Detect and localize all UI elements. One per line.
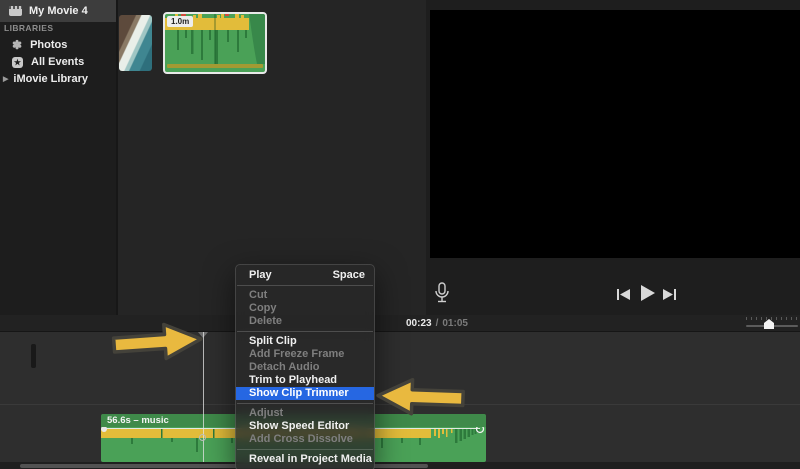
menu-item-adjust[interactable]: Adjust xyxy=(236,407,374,420)
skip-back-icon[interactable] xyxy=(617,289,630,300)
photo-thumbnail[interactable] xyxy=(119,15,152,71)
menu-separator xyxy=(237,285,373,286)
libraries-header: LIBRARIES xyxy=(4,23,54,33)
imovie-window: My Movie 4 LIBRARIES ✽ Photos ★ All Even… xyxy=(0,0,800,469)
sidebar-item-label: Photos xyxy=(30,39,68,51)
time-display: 00:23 / 01:05 xyxy=(406,318,468,329)
menu-item-detach-audio[interactable]: Detach Audio xyxy=(236,361,374,374)
play-icon[interactable] xyxy=(640,285,656,301)
annotation-arrow-left-icon xyxy=(376,377,465,416)
menu-item-delete[interactable]: Delete xyxy=(236,315,374,328)
photos-pinwheel-icon: ✽ xyxy=(12,38,23,52)
clip-duration-badge: 1.0m xyxy=(167,16,194,27)
menu-separator xyxy=(237,403,373,404)
menu-item-add-cross-dissolve[interactable]: Add Cross Dissolve xyxy=(236,433,374,446)
all-events-star-icon: ★ xyxy=(12,56,23,68)
menu-item-copy[interactable]: Copy xyxy=(236,302,374,315)
menu-separator xyxy=(237,449,373,450)
zoom-slider-ticks xyxy=(746,317,798,320)
sidebar-item-my-movie[interactable]: My Movie 4 xyxy=(0,0,116,22)
project-name: My Movie 4 xyxy=(29,5,88,17)
sidebar-item-label: iMovie Library xyxy=(13,73,88,85)
sidebar-item-all-events[interactable]: ★ All Events xyxy=(12,56,84,68)
total-time: 01:05 xyxy=(442,318,468,329)
context-menu: Play Space Cut Copy Delete Split Clip Ad… xyxy=(235,264,375,469)
time-separator: / xyxy=(435,318,439,329)
menu-item-trim-to-playhead[interactable]: Trim to Playhead xyxy=(236,374,374,387)
timeline-zoom-slider[interactable] xyxy=(746,317,798,330)
clapperboard-icon xyxy=(9,6,22,16)
menu-item-play[interactable]: Play Space xyxy=(236,269,374,282)
insertion-cursor xyxy=(31,344,36,368)
menu-item-show-speed-editor[interactable]: Show Speed Editor xyxy=(236,420,374,433)
timeline-bottom-strip xyxy=(0,462,800,469)
microphone-icon[interactable] xyxy=(433,282,451,304)
menu-item-reveal-in-project-media[interactable]: Reveal in Project Media xyxy=(236,453,374,466)
sidebar-item-imovie-library[interactable]: ▶ iMovie Library xyxy=(3,73,88,85)
sidebar-item-photos[interactable]: ✽ Photos xyxy=(12,39,67,51)
playhead-dot xyxy=(199,434,206,441)
sidebar: My Movie 4 LIBRARIES ✽ Photos ★ All Even… xyxy=(0,0,116,315)
selected-clip-thumbnail[interactable]: 1.0m xyxy=(163,12,267,74)
menu-item-add-freeze-frame[interactable]: Add Freeze Frame xyxy=(236,348,374,361)
current-time: 00:23 xyxy=(406,318,432,329)
menu-separator xyxy=(237,331,373,332)
video-viewer xyxy=(430,10,800,258)
menu-shortcut: Space xyxy=(332,269,365,281)
menu-item-split-clip[interactable]: Split Clip xyxy=(236,335,374,348)
preview-panel xyxy=(426,0,800,315)
sidebar-item-label: All Events xyxy=(31,56,85,68)
menu-item-show-clip-trimmer[interactable]: Show Clip Trimmer xyxy=(236,387,374,400)
disclosure-triangle-icon: ▶ xyxy=(3,75,9,83)
zoom-slider-thumb[interactable] xyxy=(764,319,774,329)
skip-forward-icon[interactable] xyxy=(663,289,676,300)
menu-item-cut[interactable]: Cut xyxy=(236,289,374,302)
annotation-arrow-right-icon xyxy=(111,322,203,361)
music-clip-label: 56.6s – music xyxy=(107,415,169,426)
